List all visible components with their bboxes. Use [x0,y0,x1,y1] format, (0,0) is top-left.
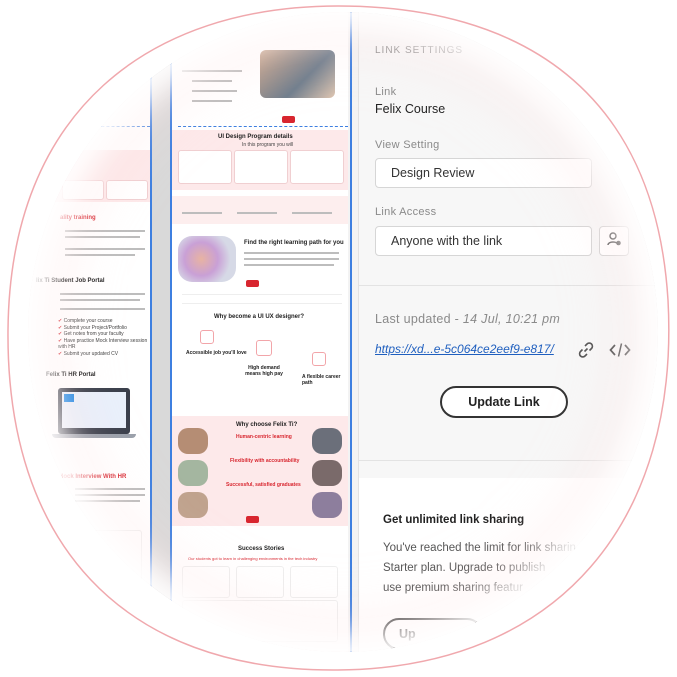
why-item: Accessible job you'll love [186,350,247,356]
choose-item: Successful, satisfied graduates [226,482,301,488]
promo-text-line: use premium sharing featur [383,582,523,594]
preview-left-column: ality training lix Ti Student Job Portal… [28,12,150,652]
magnifier-lens: ality training lix Ti Student Job Portal… [28,12,658,652]
upgrade-button[interactable]: Up [383,618,483,650]
choose-item: Flexibility with accountability [230,458,300,464]
manage-access-button[interactable] [599,226,629,256]
checklist-item: Get notes from your faculty [63,331,124,337]
share-url-link[interactable]: https://xd...e-5c064ce2eef9-e817/ [375,342,554,356]
quality-heading: ality training [60,215,96,221]
artboard-border [150,12,152,652]
code-icon [609,343,631,363]
program-title: UI Design Program details [218,134,293,140]
link-settings-panel: LINK SETTINGS Link Felix Course View Set… [358,12,658,652]
learning-title: Find the right learning path for you [244,240,344,246]
choose-title: Why choose Felix Ti? [236,422,298,428]
team-photo [260,50,335,98]
hr-portal-heading: Felix Ti HR Portal [46,372,96,378]
checklist: ✔ Complete your course ✔ Submit your Pro… [58,318,148,357]
link-access-label: Link Access [375,206,437,218]
view-setting-select[interactable]: Design Review [375,158,592,188]
last-updated: Last updated - 14 Jul, 10:21 pm [375,312,561,326]
copy-link-button[interactable] [577,341,595,364]
stories-title: Success Stories [238,546,285,552]
link-label: Link [375,86,397,98]
why-item: A flexible career path [302,374,341,386]
artboard-border [350,12,352,652]
section-title: LINK SETTINGS [375,45,464,56]
link-name: Felix Course [375,102,446,116]
cta-button [282,116,296,123]
user-settings-icon [606,231,622,252]
artboard-border [170,12,172,652]
update-link-button[interactable]: Update Link [440,386,568,418]
choose-item: Human-centric learning [236,434,292,440]
checklist-item: Submit your updated CV [63,350,119,357]
last-updated-time: 14 Jul, 10:21 pm [462,312,561,326]
promo-text-line: You've reached the limit for link sharin [383,542,576,554]
checklist-item: Complete your course [63,318,113,324]
stories-subtitle: Our students got to learn in challenging… [188,556,318,561]
why-item: High demand means high pay [245,365,283,377]
job-portal-heading: lix Ti Student Job Portal [36,278,105,284]
learning-path-image [178,236,236,282]
link-access-select[interactable]: Anyone with the link [375,226,592,256]
why-title: Why become a UI UX designer? [214,314,305,320]
canvas-gutter [150,12,172,652]
upgrade-promo: Get unlimited link sharing You've reache… [359,478,658,652]
promo-text-line: Starter plan. Upgrade to publish [383,562,546,574]
mock-interview-heading: se Mock Interview With HR [50,474,127,480]
checklist-item: Have practice Mock Interview session wit… [58,337,148,351]
program-subtitle: In this program you will [242,142,294,148]
checklist-item: Submit your Project/Portfolio [63,324,127,331]
last-updated-label: Last updated [375,312,451,326]
view-setting-label: View Setting [375,139,440,151]
preview-middle-column: UI Design Program details In this progra… [172,12,348,652]
laptop-illustration [58,388,130,434]
embed-code-button[interactable] [609,341,631,364]
promo-title: Get unlimited link sharing [383,514,525,526]
link-icon [577,342,595,363]
